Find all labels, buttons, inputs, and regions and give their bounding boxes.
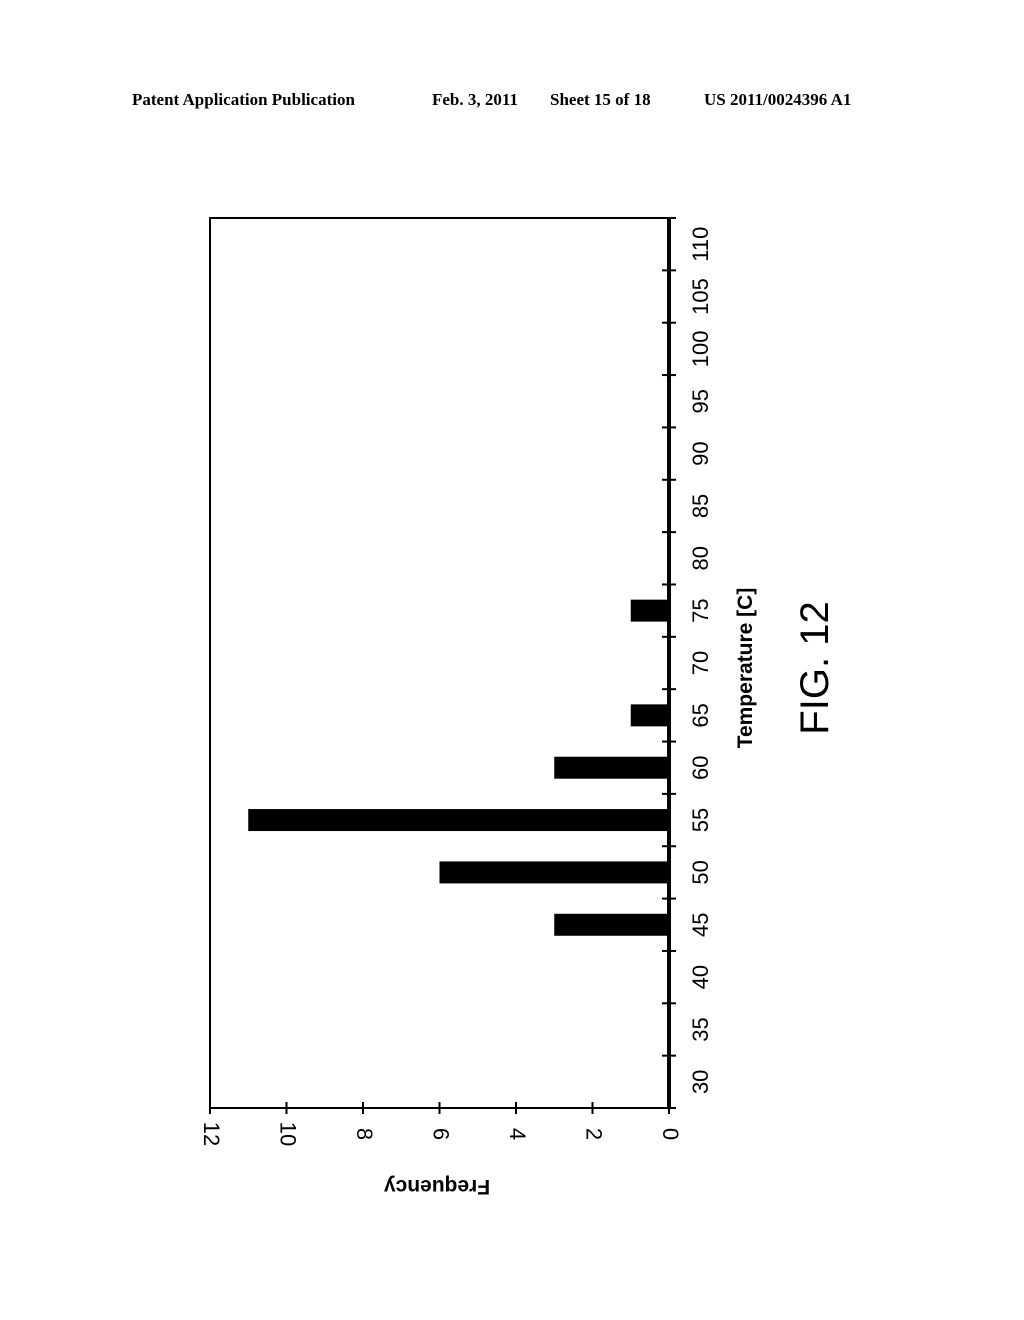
- y-tick-label-10: 10: [276, 1122, 301, 1146]
- bar-65: [630, 704, 669, 727]
- x-tick-label-110: 110: [688, 227, 713, 262]
- y-tick-label-6: 6: [429, 1128, 454, 1140]
- x-tick-label-50: 50: [688, 860, 713, 884]
- x-tick-label-35: 35: [688, 1017, 713, 1041]
- bar-75: [630, 599, 669, 622]
- y-tick-label-8: 8: [352, 1128, 377, 1140]
- x-tick-label-45: 45: [688, 913, 713, 937]
- y-tick-label-0: 0: [658, 1128, 683, 1140]
- x-tick-label-100: 100: [688, 331, 713, 368]
- x-tick-label-105: 105: [688, 278, 713, 315]
- bar-50: [439, 861, 669, 884]
- y-tick-label-12: 12: [199, 1122, 224, 1146]
- y-tick-label-4: 4: [505, 1128, 530, 1140]
- y-tick-label-2: 2: [582, 1128, 607, 1140]
- bar-chart: 30 35 40 45 50 55 60 65 70 75 80 85 90 95 100 105 110 0 2 4…: [199, 217, 837, 1198]
- bar-55: [248, 809, 669, 832]
- x-tick-label-30: 30: [688, 1070, 713, 1094]
- bar-45: [554, 913, 669, 936]
- figure-label: FIG. 12: [793, 601, 837, 734]
- x-tick-label-85: 85: [688, 494, 713, 518]
- bar-60: [554, 756, 669, 779]
- plot-frame: [209, 217, 670, 1109]
- x-tick-label-90: 90: [688, 441, 713, 465]
- x-tick-label-70: 70: [688, 651, 713, 675]
- x-tick-label-65: 65: [688, 703, 713, 727]
- x-tick-label-95: 95: [688, 389, 713, 413]
- x-tick-label-55: 55: [688, 808, 713, 832]
- x-axis-title: Temperature [C]: [734, 588, 757, 749]
- x-tick-label-75: 75: [688, 598, 713, 622]
- y-axis-title: Frequency: [384, 1175, 491, 1198]
- x-tick-label-80: 80: [688, 546, 713, 570]
- x-tick-label-60: 60: [688, 755, 713, 779]
- x-tick-label-40: 40: [688, 965, 713, 989]
